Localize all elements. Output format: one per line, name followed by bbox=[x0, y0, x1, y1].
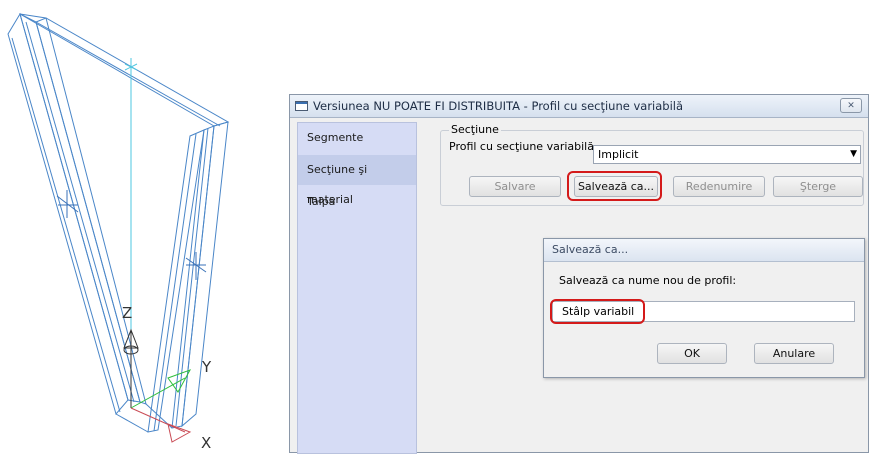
profile-select-value: Implicit bbox=[598, 148, 639, 161]
profile-select[interactable]: Implicit ▼ bbox=[593, 145, 861, 164]
close-icon[interactable]: ✕ bbox=[840, 98, 862, 113]
sidebar-item-talpa[interactable]: Talpă bbox=[298, 187, 416, 217]
sidebar-item-sectiune-material[interactable]: Secţiune şi material bbox=[298, 155, 416, 206]
profile-name-highlight bbox=[550, 299, 645, 324]
save-as-prompt: Salvează ca nume nou de profil: bbox=[559, 274, 737, 287]
z-axis-label: Z bbox=[122, 304, 132, 322]
cancel-button[interactable]: Anulare bbox=[754, 343, 834, 364]
chevron-down-icon[interactable]: ▼ bbox=[850, 146, 857, 163]
dialog-title: Versiunea NU POATE FI DISTRIBUITA - Prof… bbox=[313, 99, 684, 113]
ucs-icon bbox=[123, 328, 192, 443]
sidebar: Segmente Secţiune şi material Talpă bbox=[297, 122, 417, 454]
save-as-dialog-title[interactable]: Salvează ca... bbox=[544, 239, 864, 262]
window-icon bbox=[295, 101, 308, 111]
section-groupbox: Secţiune Profil cu secţiune variabilă Im… bbox=[440, 123, 864, 206]
save-as-dialog: Salvează ca... Salvează ca nume nou de p… bbox=[543, 238, 865, 378]
left-flange-back bbox=[7, 12, 129, 416]
dialog-titlebar[interactable]: Versiunea NU POATE FI DISTRIBUITA - Prof… bbox=[290, 95, 868, 118]
wireframe-model: Z Y X bbox=[7, 12, 230, 452]
rename-button[interactable]: Redenumire bbox=[673, 176, 765, 197]
y-axis-label: Y bbox=[201, 358, 212, 376]
cad-viewport[interactable]: Z Y X bbox=[0, 0, 280, 453]
ok-button[interactable]: OK bbox=[657, 343, 727, 364]
x-axis-label: X bbox=[201, 434, 211, 452]
sidebar-item-segmente[interactable]: Segmente bbox=[298, 123, 416, 153]
save-button[interactable]: Salvare bbox=[469, 176, 561, 197]
section-group-legend: Secţiune bbox=[449, 123, 501, 136]
save-as-highlight bbox=[567, 171, 662, 201]
profile-label: Profil cu secţiune variabilă bbox=[449, 140, 594, 153]
delete-button[interactable]: Şterge bbox=[773, 176, 863, 197]
